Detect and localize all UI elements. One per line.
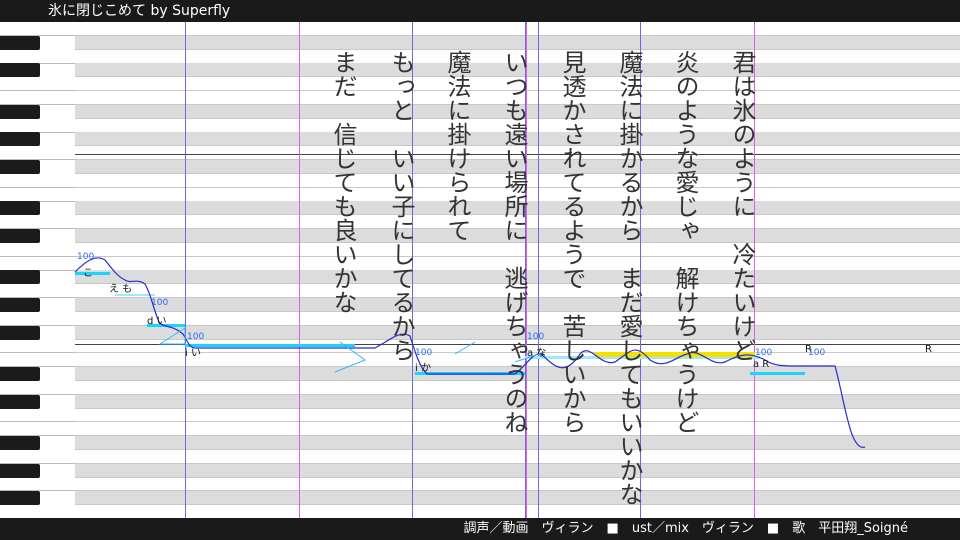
note-lyric[interactable]: i か xyxy=(415,359,431,374)
note-lyric[interactable]: R xyxy=(925,344,932,355)
lyric-line: 魔法に掛けられて xyxy=(443,50,471,242)
velocity-label: 100 xyxy=(415,348,433,358)
black-key[interactable] xyxy=(0,325,40,340)
velocity-label: 100 xyxy=(151,298,169,308)
note-bar xyxy=(750,372,805,375)
black-key[interactable] xyxy=(0,367,40,381)
black-key[interactable] xyxy=(0,436,40,450)
lyric-line: まだ 信じても良いかな xyxy=(329,50,357,314)
black-key[interactable] xyxy=(0,463,40,478)
white-key-divider xyxy=(0,421,75,423)
black-key[interactable] xyxy=(0,491,40,506)
note-lyric[interactable]: こ xyxy=(83,264,93,279)
note-lyric[interactable]: a な xyxy=(527,344,546,359)
black-key[interactable] xyxy=(0,270,40,285)
black-key[interactable] xyxy=(0,298,40,312)
credits-text: 調声／動画 ヴィラン ■ ust／mix ヴィラン ■ 歌 平田翔_Soigné xyxy=(463,521,908,536)
note-lyric[interactable]: え も xyxy=(109,280,132,295)
velocity-label: 100 xyxy=(187,332,205,342)
note-lyric[interactable]: i い xyxy=(185,344,201,359)
song-title: 氷に閉じこめて by Superfly xyxy=(48,3,231,19)
black-key[interactable] xyxy=(0,201,40,216)
black-key[interactable] xyxy=(0,229,40,243)
lyric-line: 炎のような愛じゃ 解けちゃうけど xyxy=(671,50,699,434)
white-key-divider xyxy=(0,255,75,257)
piano-keyboard[interactable] xyxy=(0,22,75,518)
white-key-divider xyxy=(0,352,75,354)
black-key[interactable] xyxy=(0,132,40,147)
note-bar xyxy=(185,344,355,347)
lyric-line: 君は氷のように 冷たいけど xyxy=(728,50,756,362)
note-lyric[interactable]: d い xyxy=(147,312,167,327)
black-key[interactable] xyxy=(0,394,40,409)
velocity-label: 100 xyxy=(77,252,95,262)
lyric-line: 見透かされてるようで 苦しいから xyxy=(558,50,586,434)
lyric-line: もっと いい子にしてるから xyxy=(387,50,415,362)
velocity-label: 100 xyxy=(755,348,773,358)
velocity-label: 100 xyxy=(808,348,826,358)
velocity-label: 100 xyxy=(527,332,545,342)
black-key[interactable] xyxy=(0,104,40,119)
lyric-line: 魔法に掛かるから まだ愛してもいいかな xyxy=(615,50,643,506)
title-bar: 氷に閉じこめて by Superfly xyxy=(0,0,960,22)
black-key[interactable] xyxy=(0,63,40,78)
black-key[interactable] xyxy=(0,35,40,50)
lyric-line: いつも遠い場所に 逃げちゃうのね xyxy=(500,50,528,434)
black-key[interactable] xyxy=(0,160,40,174)
white-key-divider xyxy=(0,186,75,188)
piano-roll[interactable]: こ え も d い i い i か a な a R R R 100 100 10… xyxy=(75,22,960,518)
credits-bar: 調声／動画 ヴィラン ■ ust／mix ヴィラン ■ 歌 平田翔_Soigné xyxy=(0,518,960,540)
white-key-divider xyxy=(0,90,75,92)
